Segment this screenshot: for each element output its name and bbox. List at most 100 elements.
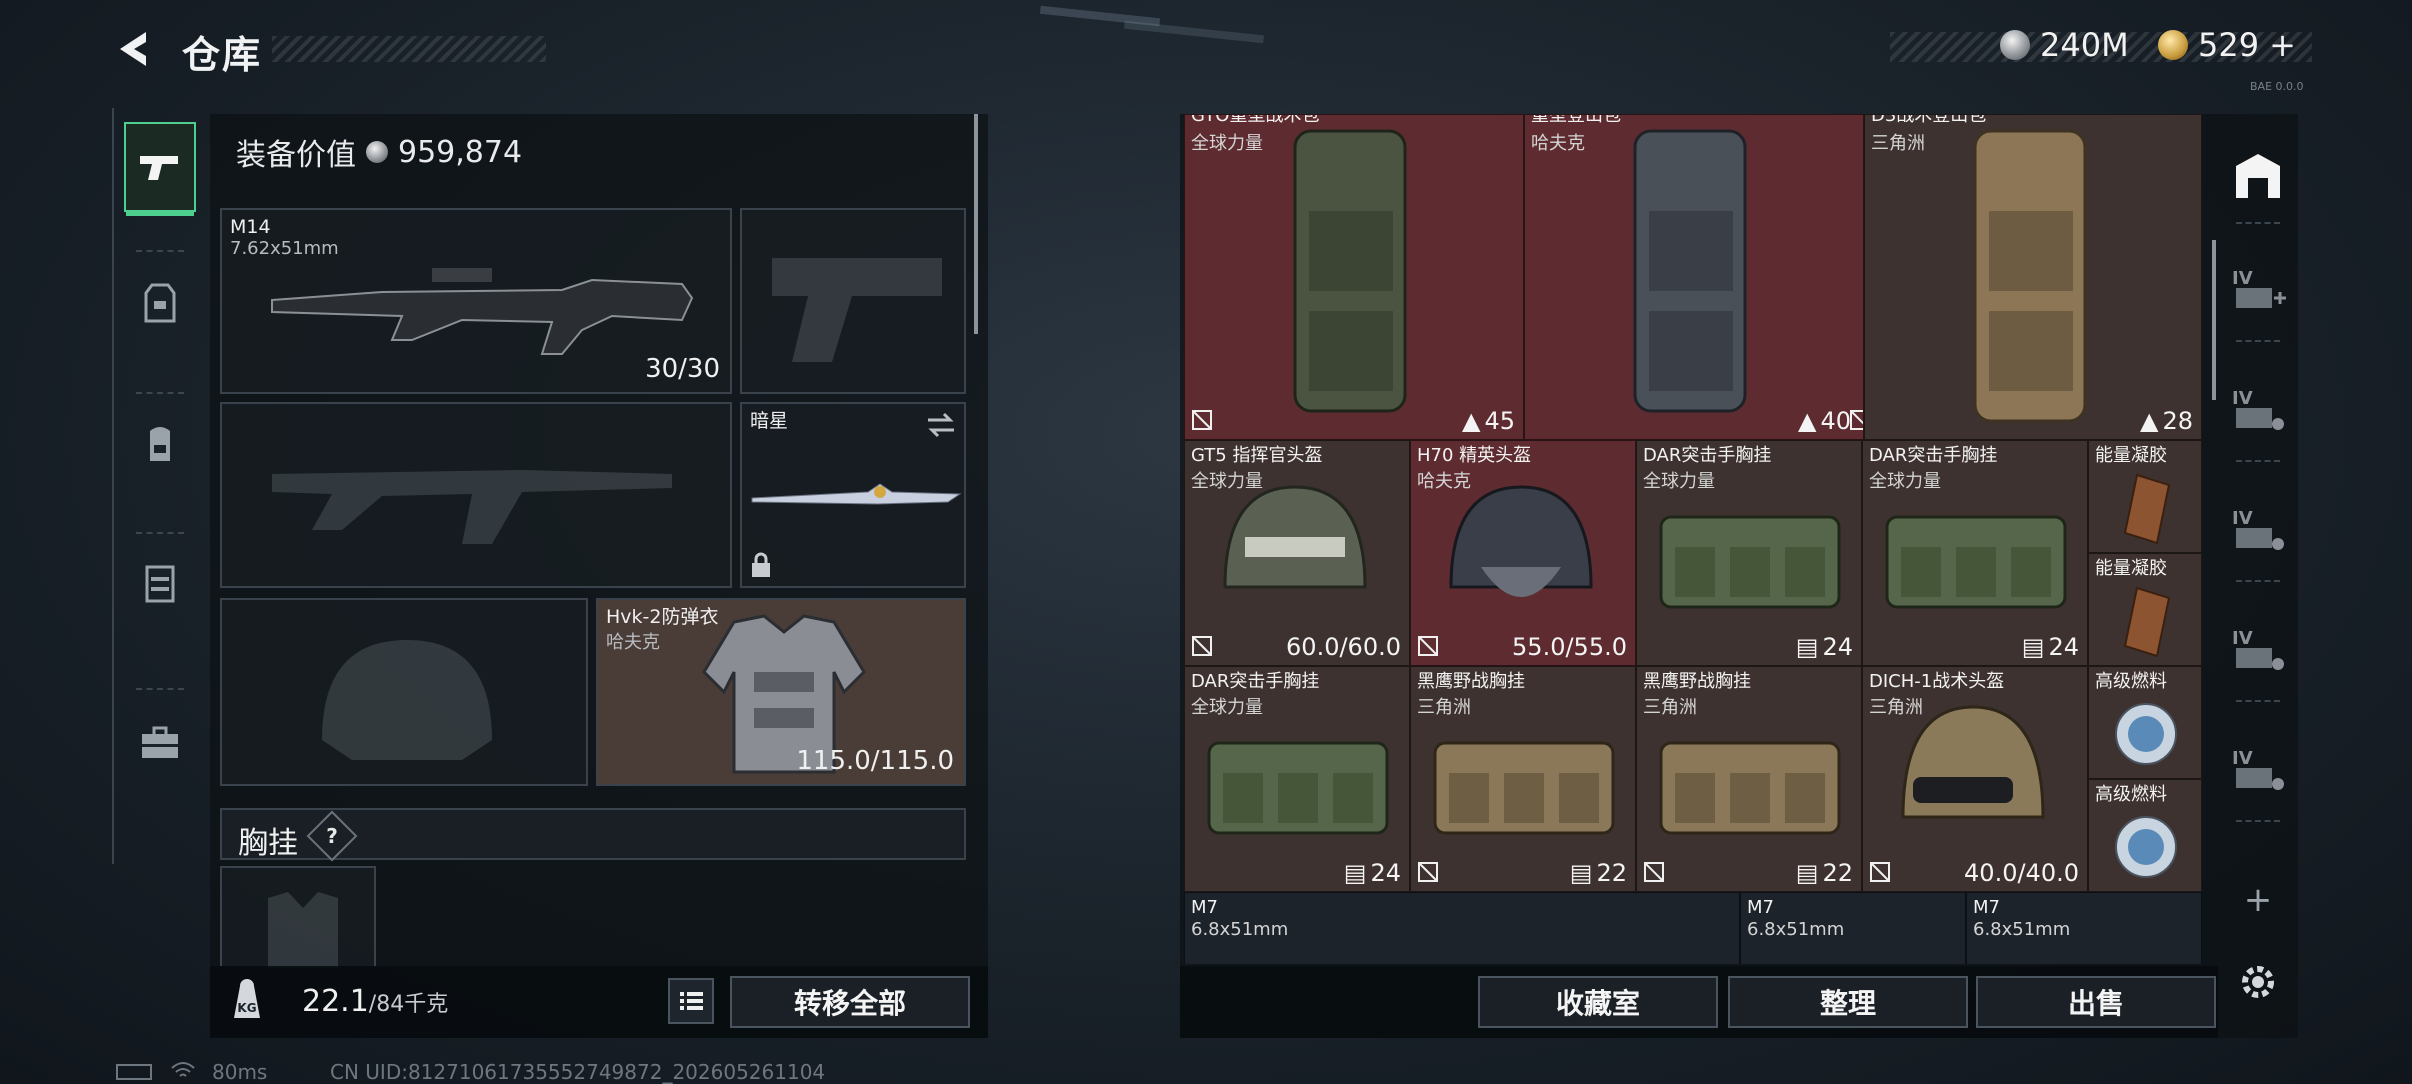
stash-scrollbar[interactable] [2212, 240, 2216, 400]
stash-item[interactable]: 高级燃料 [2088, 666, 2202, 779]
capacity-icon: ▲ [1797, 407, 1817, 435]
stash-item[interactable]: D3战术登山包 三角洲 ▲ 28 [1864, 114, 2202, 440]
swap-icon[interactable] [926, 412, 956, 438]
stash-item[interactable]: H70 精英头盔 哈夫克 55.0/55.0 [1410, 440, 1636, 666]
melee-slot[interactable]: 暗星 [740, 402, 966, 588]
item-capacity: ▤ 22 [1569, 859, 1627, 887]
silver-currency[interactable]: 240M [2000, 26, 2129, 64]
item-brand: 三角洲 [1643, 697, 1697, 718]
chest-rig-slot[interactable] [220, 866, 376, 968]
svg-text:KG: KG [237, 1001, 256, 1015]
stash-item[interactable]: DAR突击手胸挂 全球力量 ▤ 24 [1862, 440, 2088, 666]
weight-max: /84千克 [368, 992, 449, 1017]
stash-item[interactable]: GTO重型战术包 全球力量 ▲ 45 [1184, 114, 1524, 440]
armor-brand: 哈夫克 [606, 632, 660, 653]
chest-rig-label: 胸挂 [238, 826, 298, 861]
stash-item[interactable]: DAR突击手胸挂 全球力量 ▤ 24 [1636, 440, 1862, 666]
weapon-name: M14 [230, 216, 271, 238]
weapon-ammo: 30/30 [645, 354, 720, 384]
item-name: 能量凝胶 [2095, 445, 2167, 466]
wifi-icon [171, 1062, 195, 1077]
not-insured-icon [1870, 862, 1890, 882]
item-name: H70 精英头盔 [1417, 445, 1532, 466]
item-name: M7 [1747, 897, 1774, 918]
add-currency-button[interactable]: + [2269, 26, 2296, 64]
helmet-slot[interactable] [220, 598, 588, 786]
sidearm-slot[interactable] [740, 208, 966, 394]
stash-page-6[interactable]: IV [2228, 744, 2288, 804]
stash-item[interactable]: DAR突击手胸挂 全球力量 ▤ 24 [1184, 666, 1410, 892]
sort-button[interactable]: 整理 [1728, 976, 1968, 1028]
back-button[interactable] [112, 26, 158, 72]
item-name: 高级燃料 [2095, 784, 2167, 805]
stash-page-5[interactable]: IV [2228, 624, 2288, 684]
stash-item[interactable]: 能量凝胶 [2088, 440, 2202, 553]
category-sidebar [112, 108, 202, 864]
item-name: 黑鹰野战胸挂 [1417, 671, 1525, 692]
tier-label: IV [2232, 508, 2253, 529]
item-brand: 全球力量 [1191, 133, 1263, 154]
favorites-room-button[interactable]: 收藏室 [1478, 976, 1718, 1028]
category-chest-rig[interactable] [124, 538, 196, 628]
stash-home-button[interactable] [2228, 146, 2288, 206]
stash-item[interactable]: M7 6.8x51mm [1740, 892, 1966, 964]
stash-item[interactable]: DICH-1战术头盔 三角洲 40.0/40.0 [1862, 666, 2088, 892]
tier-label: IV [2232, 748, 2253, 769]
stash-item[interactable]: 黑鹰野战胸挂 三角洲 ▤ 22 [1410, 666, 1636, 892]
stash-item[interactable]: 能量凝胶 [2088, 553, 2202, 666]
separator [2236, 222, 2280, 224]
item-caliber: 6.8x51mm [1973, 919, 2071, 940]
item-name: M7 [1191, 897, 1218, 918]
stash-page-2[interactable]: IV [2228, 264, 2288, 324]
stash-item[interactable]: 重型登山包 哈夫克 ▲ 40 [1524, 114, 1864, 440]
stash-item[interactable]: GT5 指挥官头盔 全球力量 60.0/60.0 [1184, 440, 1410, 666]
chest-rig-placeholder-icon [268, 892, 338, 968]
stash-item[interactable]: M7 6.8x51mm [1966, 892, 2202, 964]
not-insured-icon [1644, 862, 1664, 882]
category-weapons[interactable] [124, 122, 196, 216]
primary-weapon-slot[interactable]: M14 7.62x51mm 30/30 [220, 208, 732, 394]
sell-button[interactable]: 出售 [1976, 976, 2216, 1028]
stash-grid: GTO重型战术包 全球力量 ▲ 45 重型登山包 哈夫克 ▲ 40 D3战术登山包 … [1184, 114, 2202, 964]
transfer-all-button[interactable]: 转移全部 [730, 976, 970, 1028]
silver-amount: 240M [2040, 26, 2129, 64]
not-insured-icon [1192, 636, 1212, 656]
chest-rig-icon [1885, 515, 2067, 609]
armor-slot[interactable]: Hvk-2防弹衣 哈夫克 115.0/115.0 [596, 598, 966, 786]
item-name: DAR突击手胸挂 [1191, 671, 1320, 692]
item-name: M7 [1973, 897, 2000, 918]
item-brand: 全球力量 [1191, 697, 1263, 718]
not-insured-icon [1850, 410, 1863, 430]
capacity-icon: ▤ [1795, 859, 1819, 887]
category-backpack[interactable] [124, 398, 196, 488]
armor-durability: 115.0/115.0 [796, 746, 954, 776]
add-stash-page-button[interactable]: + [2228, 870, 2288, 930]
item-brand: 三角洲 [1871, 133, 1925, 154]
item-name: DAR突击手胸挂 [1869, 445, 1998, 466]
stash-item[interactable]: M7 6.8x51mm [1184, 892, 1740, 964]
stash-page-3[interactable]: IV [2228, 384, 2288, 444]
category-briefcase[interactable] [124, 698, 196, 788]
settings-button[interactable] [2228, 952, 2288, 1012]
backpack-icon [150, 427, 170, 461]
knife-icon [751, 483, 962, 505]
gold-currency[interactable]: 529 + [2158, 26, 2296, 64]
item-capacity: ▲ 40 [1797, 407, 1851, 435]
back-arrow-icon [120, 32, 146, 66]
category-helmet-armor[interactable] [124, 258, 196, 348]
help-icon[interactable]: ? [306, 810, 358, 862]
stash-page-4[interactable]: IV [2228, 504, 2288, 564]
secondary-weapon-slot[interactable] [220, 402, 732, 588]
item-brand: 哈夫克 [1531, 133, 1585, 154]
item-capacity: ▲ 45 [1461, 407, 1515, 435]
carry-weight: 22.1/84千克 [302, 984, 448, 1019]
pistol-placeholder-icon [772, 258, 942, 362]
stash-item[interactable]: 黑鹰野战胸挂 三角洲 ▤ 22 [1636, 666, 1862, 892]
list-view-button[interactable] [668, 978, 714, 1024]
equipment-scrollbar[interactable] [974, 114, 978, 334]
stash-item[interactable]: 高级燃料 [2088, 779, 2202, 892]
background-light [1123, 20, 1265, 44]
ping: 80ms [212, 1060, 268, 1084]
tier-label: IV [2232, 388, 2253, 409]
rifle-placeholder-icon [272, 470, 672, 544]
